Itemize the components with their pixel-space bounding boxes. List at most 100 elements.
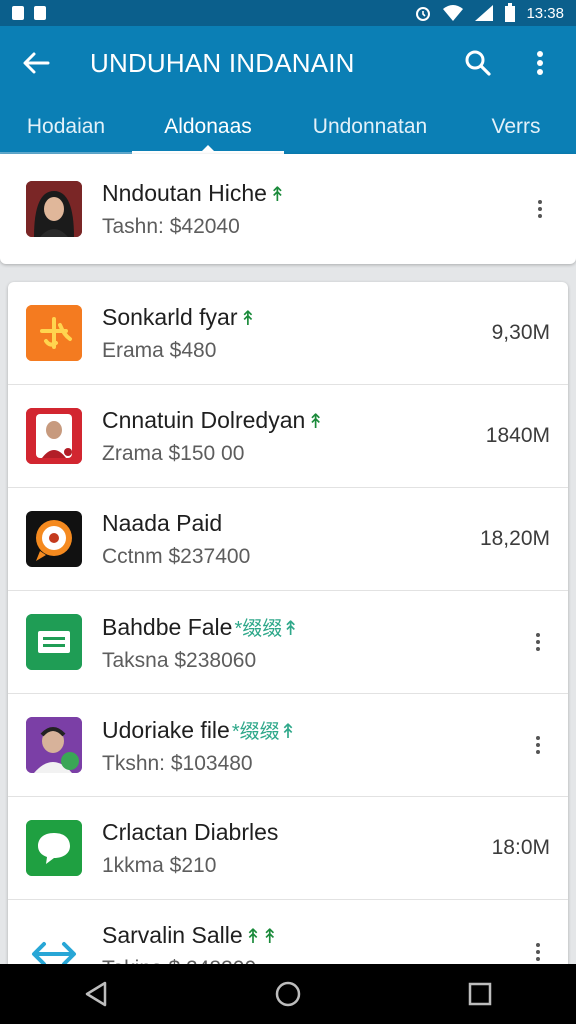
status-bar: 13:38 <box>0 0 576 26</box>
app-icon <box>26 614 82 670</box>
file-size: 18:0M <box>491 836 550 859</box>
status-bar-right: 13:38 <box>414 3 564 23</box>
app-bar: UNDUHAN INDANAIN Hodaian Aldonaas Undonn… <box>0 26 576 154</box>
item-menu-button[interactable] <box>522 189 558 229</box>
tab-undonnatan[interactable]: Undonnatan <box>284 100 456 154</box>
list-item[interactable]: Sonkarld fyar ↟ Erama $480 9,30M <box>8 282 568 385</box>
toolbar: UNDUHAN INDANAIN <box>0 26 576 100</box>
list-item-text: Cnnatuin Dolredyan ↟ Zrama $150 00 <box>102 407 486 466</box>
app-icon <box>26 820 82 876</box>
list-item-name: Naada Paid <box>102 510 480 537</box>
list-item-subtitle: 1kkma $210 <box>102 853 217 877</box>
update-badge: ↟ <box>239 307 257 330</box>
page-title: UNDUHAN INDANAIN <box>90 47 355 78</box>
file-size: 1840M <box>485 424 550 447</box>
list-item-name-text: Crlactan Diabrles <box>102 818 279 845</box>
tab-label: Verrs <box>491 115 541 138</box>
list-item-text: Bahdbe Fale *缀缀↟ Taksna $238060 <box>102 612 520 673</box>
status-time: 13:38 <box>526 4 564 22</box>
slides-app-icon <box>26 614 82 670</box>
search-icon <box>465 50 491 76</box>
notification-icon-2 <box>34 6 46 20</box>
nav-home-button[interactable] <box>258 969 318 1019</box>
update-badge: *缀缀↟ <box>234 617 299 640</box>
more-vert-icon <box>537 51 543 75</box>
item-menu-button[interactable] <box>520 725 556 765</box>
tab-aldonaas[interactable]: Aldonaas <box>132 100 284 154</box>
list-item-text: Crlactan Diabrles 1kkma $210 <box>102 819 492 878</box>
nav-recents-button[interactable] <box>450 969 510 1019</box>
list-item-name-text: Sonkarld fyar <box>102 303 238 330</box>
list-item[interactable]: Cnnatuin Dolredyan ↟ Zrama $150 00 1840M <box>8 385 568 488</box>
app-icon <box>26 408 82 464</box>
nav-back-icon <box>85 981 107 1007</box>
update-badge: ↟ <box>307 410 325 433</box>
list-item-name-text: Sarvalin Salle <box>102 922 243 948</box>
list-item-text: Sonkarld fyar ↟ Erama $480 <box>102 304 492 363</box>
search-button[interactable] <box>458 43 498 83</box>
update-badge: *缀缀↟ <box>231 720 297 743</box>
list-item-subtitle: Tkshn: $103480 <box>102 751 253 775</box>
list-item[interactable]: Naada Paid Cctnm $237400 18,20M <box>8 488 568 591</box>
list-item-name-text: Cnnatuin Dolredyan <box>102 406 306 433</box>
featured-card: Nndoutan Hiche ↟ Tashn: $42040 <box>0 154 576 264</box>
file-size: 18,20M <box>479 527 550 550</box>
alarm-icon <box>416 7 431 21</box>
app-icon <box>26 717 82 773</box>
list-item[interactable]: Crlactan Diabrles 1kkma $210 18:0M <box>8 797 568 900</box>
tab-verrs[interactable]: Verrs <box>456 100 576 154</box>
update-badge: ↟ <box>268 183 286 206</box>
avatar <box>26 181 82 237</box>
arrow-left-icon <box>23 52 50 74</box>
nav-recents-icon <box>468 982 492 1006</box>
nav-back-button[interactable] <box>66 969 126 1019</box>
update-badge: ↟↟ <box>244 926 279 948</box>
tab-indicator-caret <box>202 145 214 151</box>
list-item-name: Sonkarld fyar ↟ <box>102 304 492 331</box>
sunkar-app-icon <box>26 305 82 361</box>
nav-home-icon <box>275 981 301 1007</box>
item-menu-button[interactable] <box>520 622 556 662</box>
list-item-name: Crlactan Diabrles <box>102 819 492 846</box>
battery-icon <box>505 3 516 22</box>
featured-name: Nndoutan Hiche ↟ <box>102 180 522 207</box>
list-item-subtitle: Erama $480 <box>102 338 217 362</box>
person-photo-icon <box>26 181 82 237</box>
status-bar-left <box>12 6 46 20</box>
tab-label: Aldonaas <box>164 115 252 138</box>
person-app-icon <box>26 717 82 773</box>
tab-label: Hodaian <box>26 115 106 138</box>
featured-item[interactable]: Nndoutan Hiche ↟ Tashn: $42040 <box>0 154 576 264</box>
list-item-name: Bahdbe Fale *缀缀↟ <box>102 612 520 641</box>
list-item-name: Sarvalin Salle ↟↟ <box>102 922 520 949</box>
tab-bar: Hodaian Aldonaas Undonnatan Verrs <box>0 100 576 154</box>
overflow-menu-button[interactable] <box>520 43 560 83</box>
list-item-subtitle: Zrama $150 00 <box>102 441 245 465</box>
list-item[interactable]: Udoriake file *缀缀↟ Tkshn: $103480 <box>8 694 568 797</box>
chat-bubble-app-icon <box>26 511 82 567</box>
notification-icon <box>12 6 24 20</box>
list-item-name-text: Udoriake file <box>102 716 230 743</box>
downloads-list: Sonkarld fyar ↟ Erama $480 9,30M Cnnatuin… <box>8 282 568 982</box>
list-item-subtitle: Taksna $238060 <box>102 648 257 672</box>
tab-label: Undonnatan <box>312 115 428 138</box>
featured-subtitle: Tashn: $42040 <box>102 214 240 238</box>
wifi-icon <box>443 5 464 21</box>
list-item-name-text: Naada Paid <box>102 509 223 536</box>
person-app-icon <box>26 408 82 464</box>
featured-text: Nndoutan Hiche ↟ Tashn: $42040 <box>102 180 522 239</box>
featured-name-text: Nndoutan Hiche <box>102 179 267 206</box>
list-item-text: Naada Paid Cctnm $237400 <box>102 510 480 569</box>
message-app-icon <box>26 820 82 876</box>
list-item-name-text: Bahdbe Fale <box>102 613 233 640</box>
signal-icon <box>475 5 494 21</box>
app-icon <box>26 511 82 567</box>
system-nav-bar <box>0 964 576 1024</box>
app-icon <box>26 305 82 361</box>
file-size: 9,30M <box>491 321 550 344</box>
list-item[interactable]: Bahdbe Fale *缀缀↟ Taksna $238060 <box>8 591 568 694</box>
back-button[interactable] <box>16 43 56 83</box>
list-item-subtitle: Cctnm $237400 <box>102 544 251 568</box>
list-item-name: Cnnatuin Dolredyan ↟ <box>102 407 486 434</box>
tab-hodaian[interactable]: Hodaian <box>0 100 132 154</box>
